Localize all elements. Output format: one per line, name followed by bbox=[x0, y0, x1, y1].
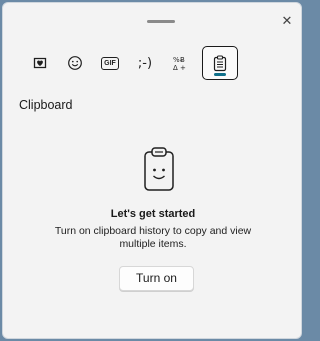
active-tab-indicator bbox=[214, 73, 226, 76]
tab-kaomoji[interactable]: ;-) bbox=[130, 46, 160, 80]
close-button[interactable]: ✕ bbox=[279, 13, 295, 29]
tab-stickers[interactable] bbox=[25, 46, 55, 80]
symbols-icon: % Ƀ Δ + bbox=[172, 54, 188, 72]
section-title: Clipboard bbox=[19, 98, 73, 112]
tab-symbols[interactable]: % Ƀ Δ + bbox=[165, 46, 195, 80]
empty-state-description: Turn on clipboard history to copy and vi… bbox=[54, 225, 252, 250]
svg-text:%: % bbox=[173, 56, 180, 64]
svg-text:+: + bbox=[180, 64, 186, 72]
tab-emoji[interactable] bbox=[60, 46, 90, 80]
category-tabs: GIF ;-) % Ƀ Δ + bbox=[25, 45, 243, 81]
svg-text:Ƀ: Ƀ bbox=[180, 56, 185, 64]
svg-text:Δ: Δ bbox=[173, 64, 178, 72]
kaomoji-icon: ;-) bbox=[137, 55, 153, 71]
heart-sticker-icon bbox=[32, 55, 48, 71]
tab-gif[interactable]: GIF bbox=[95, 46, 125, 80]
tab-clipboard[interactable] bbox=[202, 46, 238, 80]
emoji-clipboard-panel: ✕ GIF ;-) % Ƀ Δ + Clipboard Let's get st… bbox=[2, 2, 302, 339]
gif-icon: GIF bbox=[101, 56, 119, 70]
empty-state-heading: Let's get started bbox=[110, 208, 196, 220]
clipboard-smile-icon bbox=[139, 144, 179, 196]
drag-handle[interactable] bbox=[147, 20, 175, 23]
clipboard-icon bbox=[213, 54, 227, 72]
turn-on-button[interactable]: Turn on bbox=[119, 266, 194, 291]
emoji-icon bbox=[67, 55, 83, 71]
